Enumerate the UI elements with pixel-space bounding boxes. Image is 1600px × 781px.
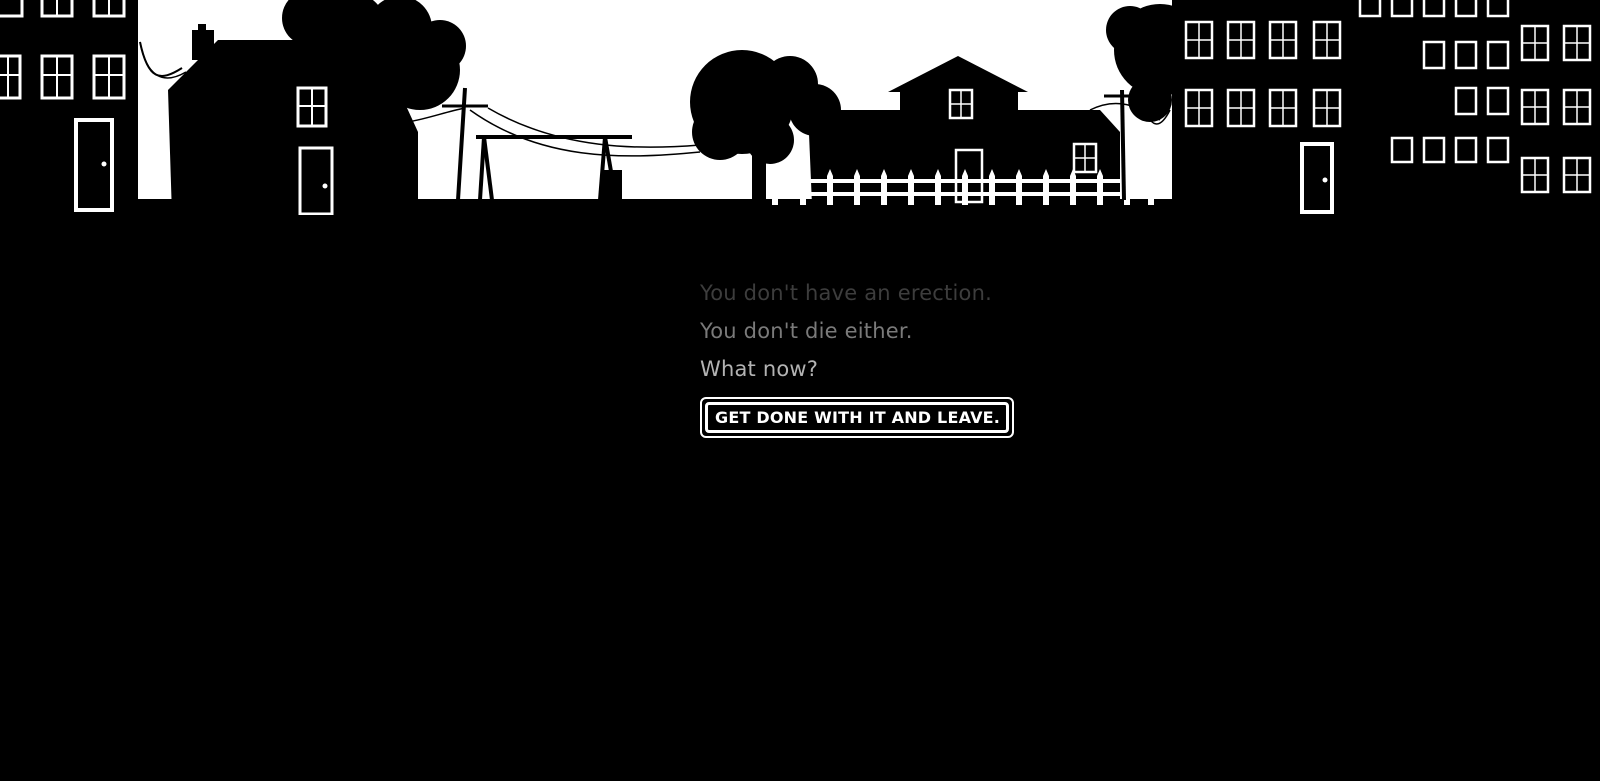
right-apartment-building [1172, 0, 1600, 214]
narrative-line: You don't die either. [700, 319, 913, 343]
choice-button-label: GET DONE WITH IT AND LEAVE. [705, 402, 1010, 433]
narrative-line: What now? [700, 357, 819, 381]
narrative-panel: You don't have an erection. You don't di… [700, 274, 1120, 438]
town-silhouette [0, 0, 1600, 215]
game-scene: You don't have an erection. You don't di… [0, 0, 1600, 781]
narrative-line: You don't have an erection. [700, 281, 992, 305]
choice-button[interactable]: GET DONE WITH IT AND LEAVE. [700, 397, 1015, 438]
